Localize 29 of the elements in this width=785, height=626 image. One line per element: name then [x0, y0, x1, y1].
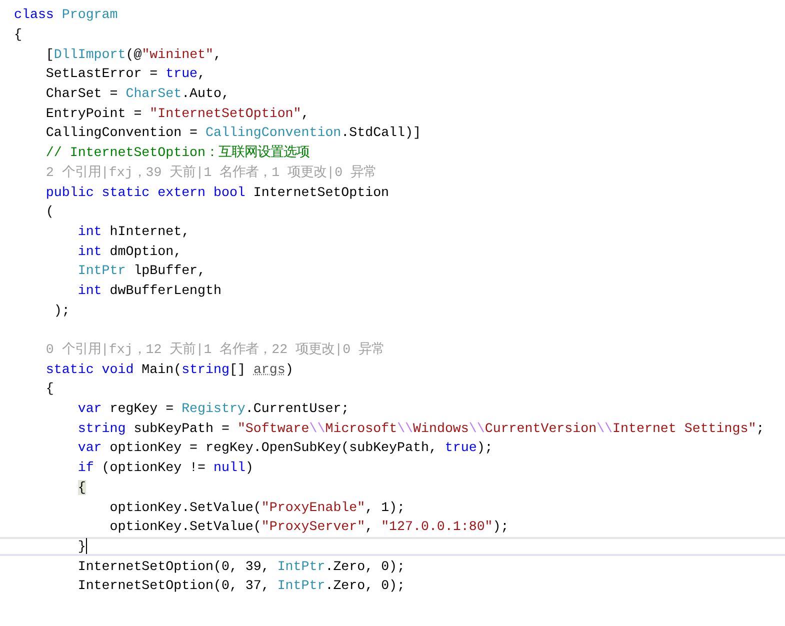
- code-line: class Program: [14, 6, 118, 24]
- code-line: {: [44, 380, 54, 398]
- code-line: string subKeyPath = "Software\\Microsoft\\Windows\\CurrentVersion\\Internet Settings";: [76, 420, 764, 438]
- code-line: );: [52, 302, 70, 320]
- code-line: (: [44, 203, 54, 222]
- code-lens-text[interactable]: 2 个引用|fxj，39 天前|1 名作者，1 项更改|0 异常: [14, 162, 377, 182]
- code-line: var regKey = Registry.CurrentUser;: [76, 400, 350, 418]
- code-line: CharSet = CharSet.Auto,: [44, 85, 230, 104]
- code-line: EntryPoint = "InternetSetOption",: [44, 104, 310, 123]
- code-line: public static extern bool InternetSetOption: [44, 184, 390, 202]
- code-line: static void Main(string[] args): [44, 360, 294, 379]
- code-line: IntPtr lpBuffer,: [76, 262, 206, 280]
- code-line: CallingConvention = CallingConvention.StdCall)]: [44, 124, 421, 142]
- code-line: int dmOption,: [76, 242, 182, 261]
- code-line: }: [76, 538, 86, 556]
- code-line: [DllImport(@"wininet",: [44, 46, 222, 64]
- code-line: InternetSetOption(0, 39, IntPtr.Zero, 0);: [76, 558, 406, 576]
- code-line: int dwBufferLength: [76, 282, 222, 300]
- code-lens-text[interactable]: 0 个引用|fxj，12 天前|1 名作者，22 项更改|0 异常: [14, 340, 385, 360]
- text-caret: [86, 538, 87, 554]
- code-line: optionKey.SetValue("ProxyEnable", 1);: [108, 498, 406, 517]
- code-line: var optionKey = regKey.OpenSubKey(subKeyPath, true);: [76, 439, 493, 458]
- code-line: if (optionKey != null): [76, 459, 254, 478]
- code-line: InternetSetOption(0, 37, IntPtr.Zero, 0);: [76, 577, 406, 596]
- code-line: // InternetSetOption：互联网设置选项: [44, 144, 310, 162]
- code-line: optionKey.SetValue("ProxyServer", "127.0.0.1:80");: [108, 518, 509, 536]
- code-line: {: [14, 26, 22, 44]
- code-line: int hInternet,: [76, 222, 190, 241]
- code-line: SetLastError = true,: [44, 65, 206, 84]
